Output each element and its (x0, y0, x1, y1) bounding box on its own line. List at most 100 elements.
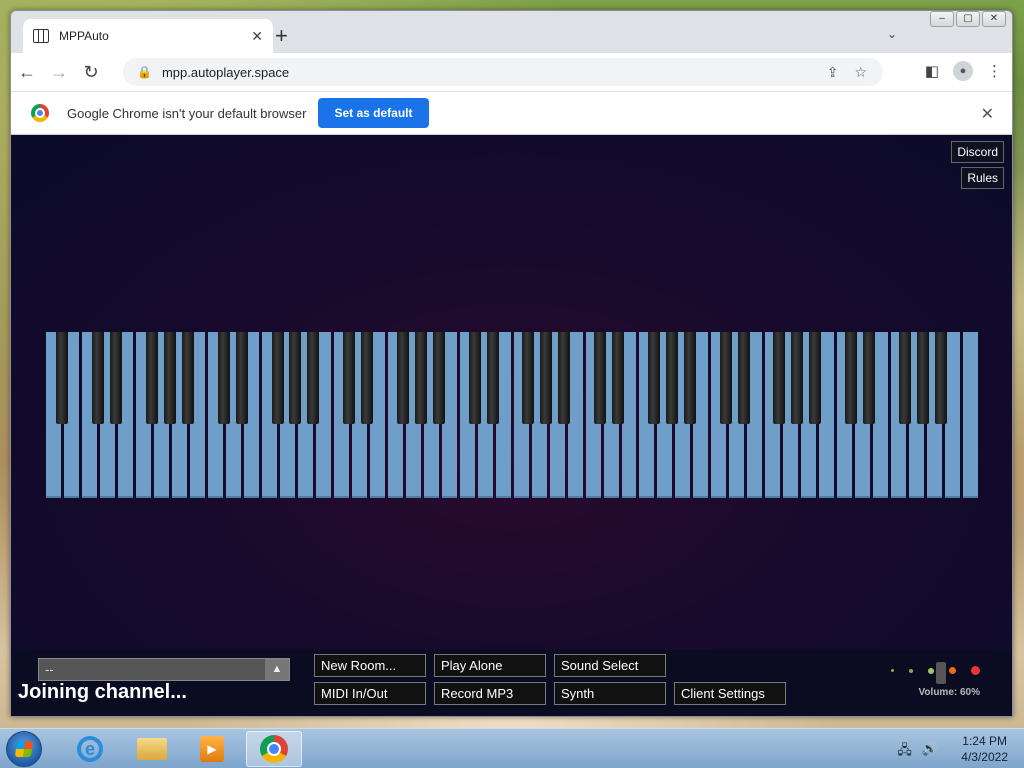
black-key[interactable] (934, 332, 947, 424)
chrome-taskbar-icon[interactable] (246, 731, 302, 767)
system-tray: 🖧 🔊 (897, 741, 938, 763)
volume-slider-handle[interactable] (936, 662, 946, 684)
black-key[interactable] (56, 332, 69, 424)
clock-time: 1:24 PM (962, 734, 1007, 748)
back-arrow-icon[interactable]: ← (11, 62, 43, 83)
black-key[interactable] (110, 332, 123, 424)
black-key[interactable] (289, 332, 302, 424)
synth-button[interactable]: Synth (554, 682, 666, 705)
black-key[interactable] (163, 332, 176, 424)
close-window-button[interactable]: ✕ (982, 11, 1006, 27)
piano-favicon-icon (33, 29, 49, 43)
start-button[interactable] (6, 731, 42, 767)
browser-tab[interactable]: MPPAuto ✕ (23, 19, 273, 53)
black-key[interactable] (665, 332, 678, 424)
black-key[interactable] (898, 332, 911, 424)
network-icon[interactable]: 🖧 (897, 741, 912, 763)
media-player-icon[interactable]: ▶ (184, 731, 240, 767)
black-key[interactable] (809, 332, 822, 424)
piano-keyboard[interactable] (46, 332, 979, 498)
discord-button[interactable]: Discord (951, 141, 1004, 163)
set-as-default-button[interactable]: Set as default (318, 98, 429, 128)
volume-label: Volume: 60% (918, 687, 981, 698)
ie-logo-icon: e (77, 736, 103, 762)
black-key[interactable] (719, 332, 732, 424)
lock-icon[interactable]: 🔒 (137, 65, 152, 79)
black-key[interactable] (432, 332, 445, 424)
minimize-button[interactable]: ‒ (930, 11, 954, 27)
infobar-message: Google Chrome isn't your default browser (67, 105, 307, 121)
black-key[interactable] (773, 332, 786, 424)
controls-bar: -- ▲ Joining channel... New Room... Play… (11, 650, 1012, 716)
black-key[interactable] (540, 332, 553, 424)
tab-strip: MPPAuto ✕ + ⌄ ‒ ▢ ✕ (11, 11, 1012, 53)
midi-in-out-button[interactable]: MIDI In/Out (314, 682, 426, 705)
browser-window: MPPAuto ✕ + ⌄ ‒ ▢ ✕ ← → ↻ 🔒 mpp.autoplay… (10, 10, 1013, 717)
file-explorer-icon[interactable] (124, 731, 180, 767)
channel-value: -- (45, 662, 54, 677)
black-key[interactable] (862, 332, 875, 424)
internet-explorer-icon[interactable]: e (62, 731, 118, 767)
black-key[interactable] (845, 332, 858, 424)
new-room-button[interactable]: New Room... (314, 654, 426, 677)
black-key[interactable] (396, 332, 409, 424)
meter-dot (971, 666, 980, 675)
profile-avatar-icon[interactable]: ● (953, 61, 973, 81)
meter-dot (949, 667, 956, 674)
side-panel-icon[interactable]: ◧ (925, 62, 939, 80)
black-key[interactable] (271, 332, 284, 424)
address-bar[interactable]: 🔒 mpp.autoplayer.space ⇪ ☆ (123, 58, 883, 86)
black-key[interactable] (343, 332, 356, 424)
black-key[interactable] (468, 332, 481, 424)
browser-toolbar: ← → ↻ 🔒 mpp.autoplayer.space ⇪ ☆ ◧ ● ⋮ (11, 53, 1012, 91)
black-key[interactable] (916, 332, 929, 424)
black-key[interactable] (683, 332, 696, 424)
black-key[interactable] (522, 332, 535, 424)
channel-dropdown[interactable]: -- ▲ (38, 658, 290, 681)
tab-search-chevron-icon[interactable]: ⌄ (887, 27, 897, 41)
black-key[interactable] (92, 332, 105, 424)
toolbar-right-icons: ◧ ● ⋮ (925, 61, 1002, 81)
speaker-icon[interactable]: 🔊 (922, 741, 938, 763)
chrome-logo-icon (31, 104, 49, 122)
play-media-icon: ▶ (200, 736, 224, 762)
forward-arrow-icon[interactable]: → (43, 62, 75, 83)
black-key[interactable] (594, 332, 607, 424)
infobar-close-icon[interactable]: ✕ (981, 104, 994, 124)
rules-button[interactable]: Rules (961, 167, 1004, 189)
tab-close-icon[interactable]: ✕ (251, 28, 263, 45)
system-clock[interactable]: 1:24 PM 4/3/2022 (961, 733, 1008, 765)
windows-taskbar: e ▶ 🖧 🔊 1:24 PM 4/3/2022 (0, 728, 1024, 768)
black-key[interactable] (307, 332, 320, 424)
black-key[interactable] (486, 332, 499, 424)
black-key[interactable] (612, 332, 625, 424)
play-alone-button[interactable]: Play Alone (434, 654, 546, 677)
black-key[interactable] (146, 332, 159, 424)
black-key[interactable] (361, 332, 374, 424)
bookmark-star-icon[interactable]: ☆ (854, 64, 867, 81)
window-controls: ‒ ▢ ✕ (930, 11, 1006, 27)
black-key[interactable] (737, 332, 750, 424)
black-key[interactable] (558, 332, 571, 424)
maximize-button[interactable]: ▢ (956, 11, 980, 27)
meter-dot (928, 667, 934, 674)
black-key[interactable] (217, 332, 230, 424)
black-key[interactable] (414, 332, 427, 424)
triangle-up-icon[interactable]: ▲ (265, 659, 289, 680)
meter-dot (891, 669, 894, 672)
black-key[interactable] (235, 332, 248, 424)
new-tab-button[interactable]: + (275, 25, 288, 47)
record-mp3-button[interactable]: Record MP3 (434, 682, 546, 705)
black-key[interactable] (791, 332, 804, 424)
status-message: Joining channel... (18, 681, 187, 703)
black-key[interactable] (181, 332, 194, 424)
sound-select-button[interactable]: Sound Select (554, 654, 666, 677)
menu-kebab-icon[interactable]: ⋮ (987, 62, 1002, 80)
reload-icon[interactable]: ↻ (75, 62, 107, 83)
url-text[interactable]: mpp.autoplayer.space (162, 65, 827, 80)
black-key[interactable] (647, 332, 660, 424)
page-content: Discord Rules -- ▲ Joining channel... Ne… (11, 135, 1012, 716)
tab-title: MPPAuto (59, 29, 109, 43)
share-icon[interactable]: ⇪ (827, 64, 839, 81)
client-settings-button[interactable]: Client Settings (674, 682, 786, 705)
